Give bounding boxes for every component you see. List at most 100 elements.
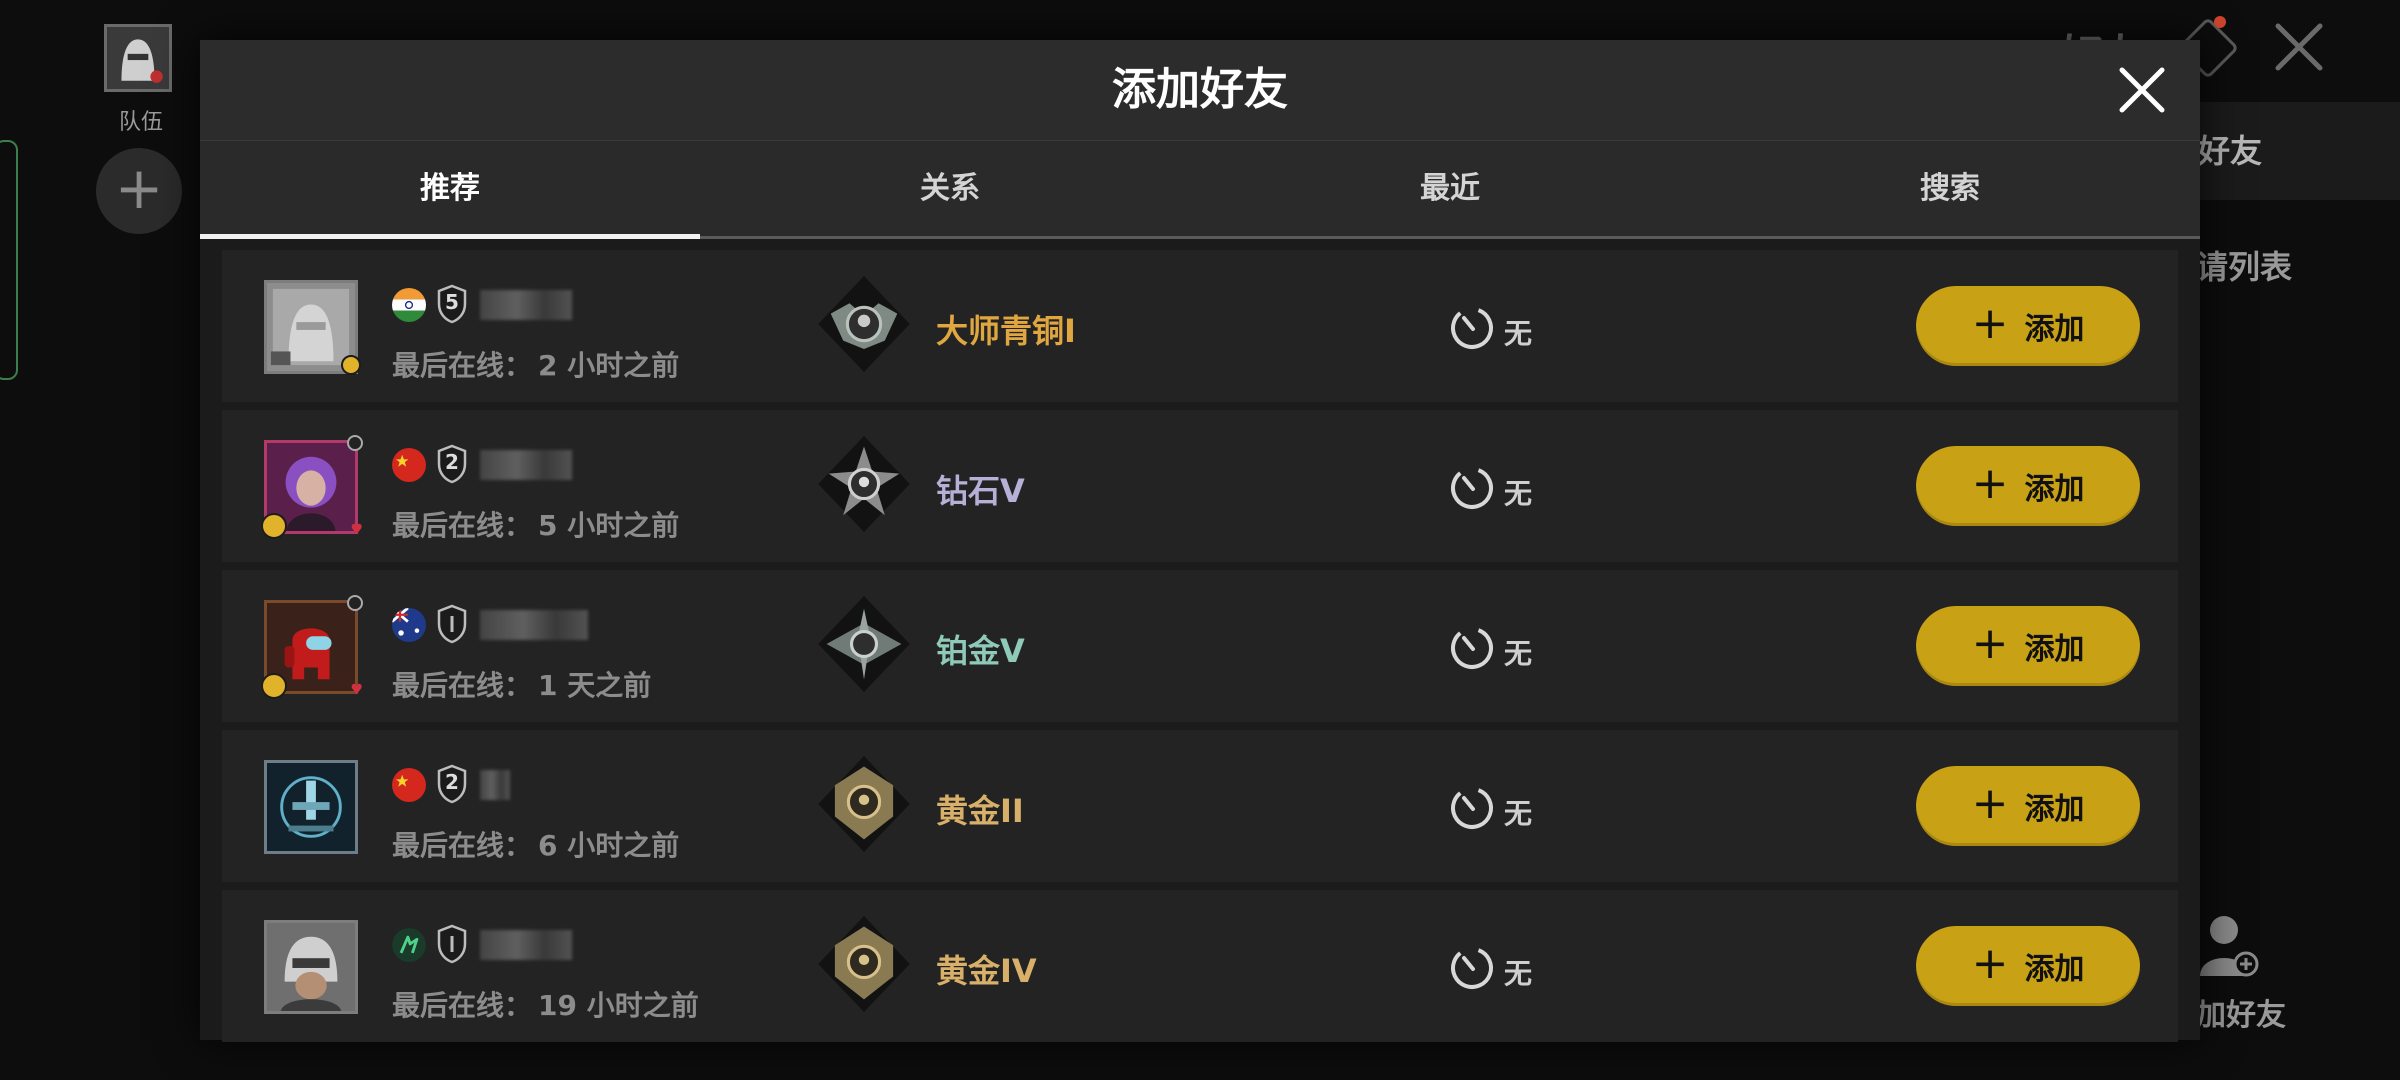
add-friend-button[interactable]: + 添加 (1916, 446, 2140, 526)
tab-relationship[interactable]: 关系 (700, 141, 1200, 239)
friends-side-tab[interactable]: 好友 (2190, 102, 2400, 200)
last-online-value: 19 小时之前 (538, 989, 699, 1022)
add-friend-button[interactable]: + 添加 (1916, 766, 2140, 846)
plus-icon: + (1971, 458, 2009, 509)
avatar[interactable]: ♥ (261, 435, 363, 539)
last-online-label: 最后在线： (392, 509, 533, 542)
notification-dot (2214, 16, 2226, 28)
heart-icon: ♥ (350, 522, 363, 538)
list-item: 5 最后在线： 2 小时之前 大师青铜I 无 + 添加 (222, 250, 2178, 402)
rank-name: 大师青铜I (936, 312, 1076, 350)
last-online-label: 最后在线： (392, 829, 533, 862)
plus-icon: + (1971, 778, 2009, 829)
add-button-label: 添加 (2024, 632, 2085, 667)
last-online-text: 最后在线： 5 小时之前 (392, 504, 679, 544)
flag-china-icon (392, 448, 426, 482)
plus-icon: + (1971, 618, 2009, 669)
tab-recent[interactable]: 最近 (1200, 141, 1700, 239)
rank-name: 黄金IV (936, 952, 1037, 990)
rank-name: 铂金V (936, 632, 1025, 670)
helmet-soldier-avatar-icon (267, 923, 355, 1011)
add-button-label: 添加 (2024, 952, 2085, 987)
rank-bronze-emblem-icon (812, 272, 916, 376)
player-name-redacted (480, 930, 572, 960)
add-friend-button[interactable]: + 添加 (1916, 926, 2140, 1006)
last-online-label: 最后在线： (392, 669, 533, 702)
helmet-avatar-icon (107, 27, 169, 89)
player-name-redacted (480, 610, 588, 640)
avatar[interactable] (264, 280, 361, 375)
timer-icon (1448, 944, 1496, 992)
player-name-redacted (480, 290, 572, 320)
last-online-value: 1 天之前 (538, 669, 652, 702)
level-shield-icon (436, 604, 468, 644)
add-button-label: 添加 (2024, 312, 2085, 347)
corner-badge-icon (347, 595, 363, 611)
add-friend-button[interactable]: + 添加 (1916, 606, 2140, 686)
tech-emblem-avatar-icon (267, 763, 355, 851)
plus-icon: + (1971, 938, 2009, 989)
player-name-redacted (480, 450, 572, 480)
rank-diamond-emblem-icon (812, 432, 916, 536)
timer-icon (1448, 464, 1496, 512)
timer-text: 无 (1504, 797, 1533, 830)
list-item: ♥ 2 最后在线： 5 小时之前 钻石V 无 + 添加 (222, 410, 2178, 562)
left-panel-edge (0, 140, 18, 380)
list-item: 最后在线： 19 小时之前 黄金IV 无 + 添加 (222, 890, 2178, 1042)
timer-text: 无 (1504, 317, 1533, 350)
last-online-label: 最后在线： (392, 989, 533, 1022)
green-emblem-icon (392, 928, 426, 962)
corner-badge-icon (347, 435, 363, 451)
avatar[interactable] (264, 920, 358, 1014)
player-name-redacted (480, 770, 510, 800)
tab-recommended[interactable]: 推荐 (200, 141, 700, 239)
flag-china-icon (392, 768, 426, 802)
default-helmet-avatar-icon (267, 283, 355, 371)
flag-australia-icon (392, 608, 426, 642)
timer-icon (1448, 304, 1496, 352)
badge-icon (261, 673, 287, 699)
team-avatar[interactable] (104, 24, 172, 92)
avatar[interactable]: ♥ (261, 595, 363, 699)
dialog-header: 添加好友 (200, 40, 2200, 141)
rank-gold-emblem-icon (812, 912, 916, 1016)
last-online-value: 6 小时之前 (538, 829, 680, 862)
close-icon[interactable] (2112, 60, 2172, 120)
flag-india-icon (392, 288, 426, 322)
level-number: 2 (445, 770, 459, 794)
request-list-tab[interactable]: 请列表 (2196, 242, 2292, 288)
player-list: 5 最后在线： 2 小时之前 大师青铜I 无 + 添加 ♥ 2 最后在线： 5 … (222, 250, 2178, 1050)
last-online-text: 最后在线： 2 小时之前 (392, 344, 679, 384)
last-online-text: 最后在线： 19 小时之前 (392, 984, 699, 1024)
team-label: 队伍 (118, 110, 163, 135)
add-friend-icon[interactable] (2198, 912, 2260, 980)
avatar[interactable] (264, 760, 358, 854)
rank-name: 钻石V (936, 472, 1025, 510)
level-number: 5 (445, 290, 459, 314)
add-button-label: 添加 (2024, 792, 2085, 827)
list-item: 2 最后在线： 6 小时之前 黄金II 无 + 添加 (222, 730, 2178, 882)
list-item: ♥ 最后在线： 1 天之前 铂金V 无 + 添加 (222, 570, 2178, 722)
last-online-value: 5 小时之前 (538, 509, 680, 542)
close-icon[interactable] (2270, 18, 2328, 76)
team-add-button[interactable]: + (96, 148, 182, 234)
timer-icon (1448, 624, 1496, 672)
timer-icon (1448, 784, 1496, 832)
heart-icon: ♥ (350, 682, 363, 698)
add-friend-side-label: 加好友 (2196, 998, 2286, 1033)
dialog-tabs: 推荐 关系 最近 搜索 (200, 141, 2200, 239)
last-online-value: 2 小时之前 (538, 349, 680, 382)
rank-gold-emblem-icon (812, 752, 916, 856)
tab-search[interactable]: 搜索 (1700, 141, 2200, 239)
last-online-text: 最后在线： 6 小时之前 (392, 824, 679, 864)
timer-text: 无 (1504, 477, 1533, 510)
plus-icon: + (1971, 298, 2009, 349)
add-button-label: 添加 (2024, 472, 2085, 507)
dialog-title: 添加好友 (1112, 64, 1288, 115)
timer-text: 无 (1504, 957, 1533, 990)
badge-icon (341, 355, 361, 375)
last-online-text: 最后在线： 1 天之前 (392, 664, 651, 704)
last-online-label: 最后在线： (392, 349, 533, 382)
add-friend-dialog: 添加好友 推荐 关系 最近 搜索 5 最后在线： 2 小时之前 大师青铜I 无 … (200, 40, 2200, 1042)
add-friend-button[interactable]: + 添加 (1916, 286, 2140, 366)
